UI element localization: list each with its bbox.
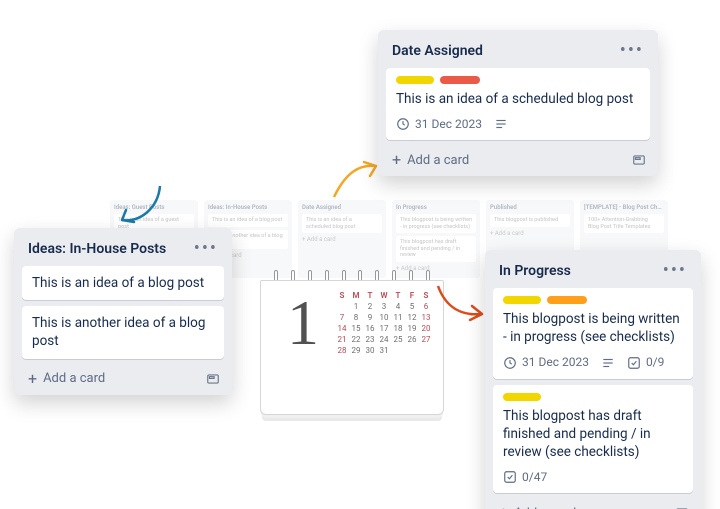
card[interactable]: This is an idea of a blog post (22, 266, 224, 300)
calendar-illustration: 1 SMTWTFS 123456 78910111213 14151617181… (252, 270, 452, 415)
checklist-badge: 0/9 (627, 354, 664, 370)
arrow-icon (328, 152, 383, 207)
label-red (440, 76, 480, 84)
list-menu-icon[interactable]: ••• (194, 240, 218, 258)
add-card-button[interactable]: +Add a card (28, 371, 105, 387)
label-yellow (503, 296, 541, 304)
list-menu-icon[interactable]: ••• (663, 262, 687, 280)
template-icon[interactable] (206, 372, 220, 386)
list-title[interactable]: In Progress (499, 263, 571, 279)
template-icon[interactable] (632, 153, 646, 167)
plus-icon: + (392, 152, 401, 168)
plus-icon: + (28, 371, 37, 387)
card-text: This blogpost has draft finished and pen… (503, 407, 683, 462)
due-date-badge: 31 Dec 2023 (396, 116, 482, 132)
arrow-icon (432, 280, 492, 330)
card[interactable]: This is another idea of a blog post (22, 306, 224, 358)
card-text: This is an idea of a blog post (32, 275, 204, 291)
list-date-assigned: Date Assigned ••• This is an idea of a s… (378, 30, 658, 176)
add-card-button[interactable]: +Add a card (392, 152, 469, 168)
checklist-icon (627, 356, 641, 370)
due-date-badge: 31 Dec 2023 (503, 354, 589, 370)
plus-icon: + (499, 505, 508, 509)
label-yellow (396, 76, 434, 84)
clock-icon (503, 356, 517, 370)
card[interactable]: This blogpost has draft finished and pen… (493, 385, 693, 494)
label-yellow (503, 393, 541, 401)
card[interactable]: This blogpost is being written - in prog… (493, 288, 693, 379)
card[interactable]: This is an idea of a scheduled blog post… (386, 68, 650, 140)
list-title[interactable]: Date Assigned (392, 43, 483, 59)
description-icon (494, 117, 508, 131)
list-menu-icon[interactable]: ••• (620, 42, 644, 60)
checklist-icon (503, 470, 517, 484)
card-text: This is an idea of a scheduled blog post (396, 90, 640, 108)
list-in-progress: In Progress ••• This blogpost is being w… (485, 250, 701, 509)
checklist-badge: 0/47 (503, 469, 547, 485)
clock-icon (396, 117, 410, 131)
card-text: This blogpost is being written - in prog… (503, 310, 683, 346)
add-card-button[interactable]: +Add a card (499, 505, 576, 509)
label-orange (547, 296, 587, 304)
description-icon (601, 356, 615, 370)
card-text: This is another idea of a blog post (32, 315, 205, 349)
list-title[interactable]: Ideas: In-House Posts (28, 241, 166, 257)
list-ideas-inhouse: Ideas: In-House Posts ••• This is an ide… (14, 228, 232, 395)
calendar-month-number: 1 (271, 291, 335, 406)
